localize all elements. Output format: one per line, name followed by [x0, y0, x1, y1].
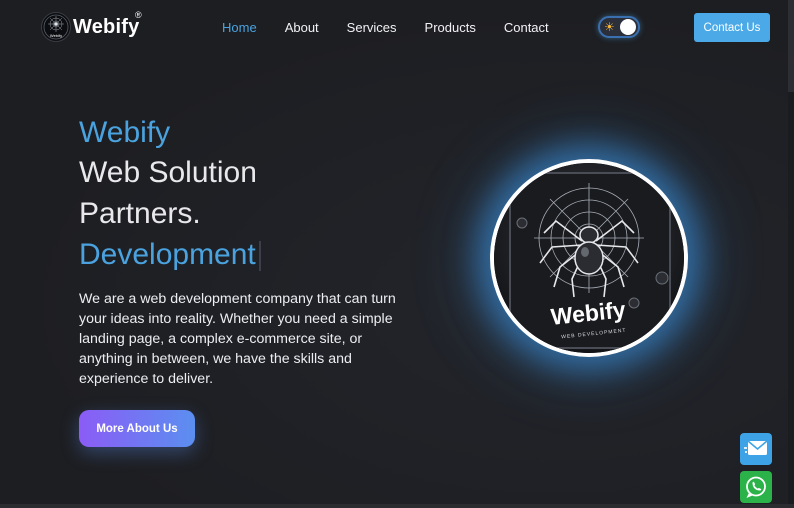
hero-title-line-1: Web Solution [79, 156, 257, 189]
whatsapp-icon [746, 476, 766, 498]
hero-brand: Webify [79, 116, 171, 149]
hero-description: We are a web development company that ca… [79, 291, 396, 387]
contact-us-button[interactable]: Contact Us [694, 13, 770, 42]
brand-name: Webify [73, 15, 140, 38]
scrollbar[interactable] [788, 0, 794, 508]
spider-logo-illustration: Webify WEB DEVELOPMENT [494, 163, 684, 353]
more-about-us-button[interactable]: More About Us [79, 410, 195, 447]
nav-item-services[interactable]: Services [347, 20, 397, 35]
hero-typed-text: Development [79, 238, 261, 272]
nav-item-products[interactable]: Products [425, 20, 476, 35]
page: Webify Webify ® Home About Services Prod… [0, 0, 794, 508]
nav-item-about[interactable]: About [285, 20, 319, 35]
toggle-knob [620, 19, 636, 35]
hero-image: Webify WEB DEVELOPMENT [490, 159, 688, 357]
nav-item-contact[interactable]: Contact [504, 20, 549, 35]
mail-button[interactable] [740, 433, 772, 465]
logo-small-text: Webify [50, 33, 62, 38]
mail-icon [744, 440, 768, 455]
registered-mark: ® [135, 10, 142, 20]
main-nav: Home About Services Products Contact [222, 20, 577, 35]
theme-toggle[interactable]: ☀ [598, 16, 640, 38]
sun-icon: ☀ [604, 20, 615, 34]
site-header: Webify Webify ® Home About Services Prod… [0, 0, 794, 56]
typed-word: Development [79, 238, 256, 271]
scrollbar-thumb[interactable] [788, 0, 794, 92]
typing-cursor [258, 241, 261, 272]
whatsapp-button[interactable] [740, 471, 772, 503]
hero-title-line-2: Partners. [79, 197, 201, 230]
nav-item-home[interactable]: Home [222, 20, 257, 35]
bottom-edge [0, 504, 794, 508]
logo-icon: Webify [41, 12, 71, 42]
logo[interactable]: Webify Webify ® [41, 10, 142, 42]
